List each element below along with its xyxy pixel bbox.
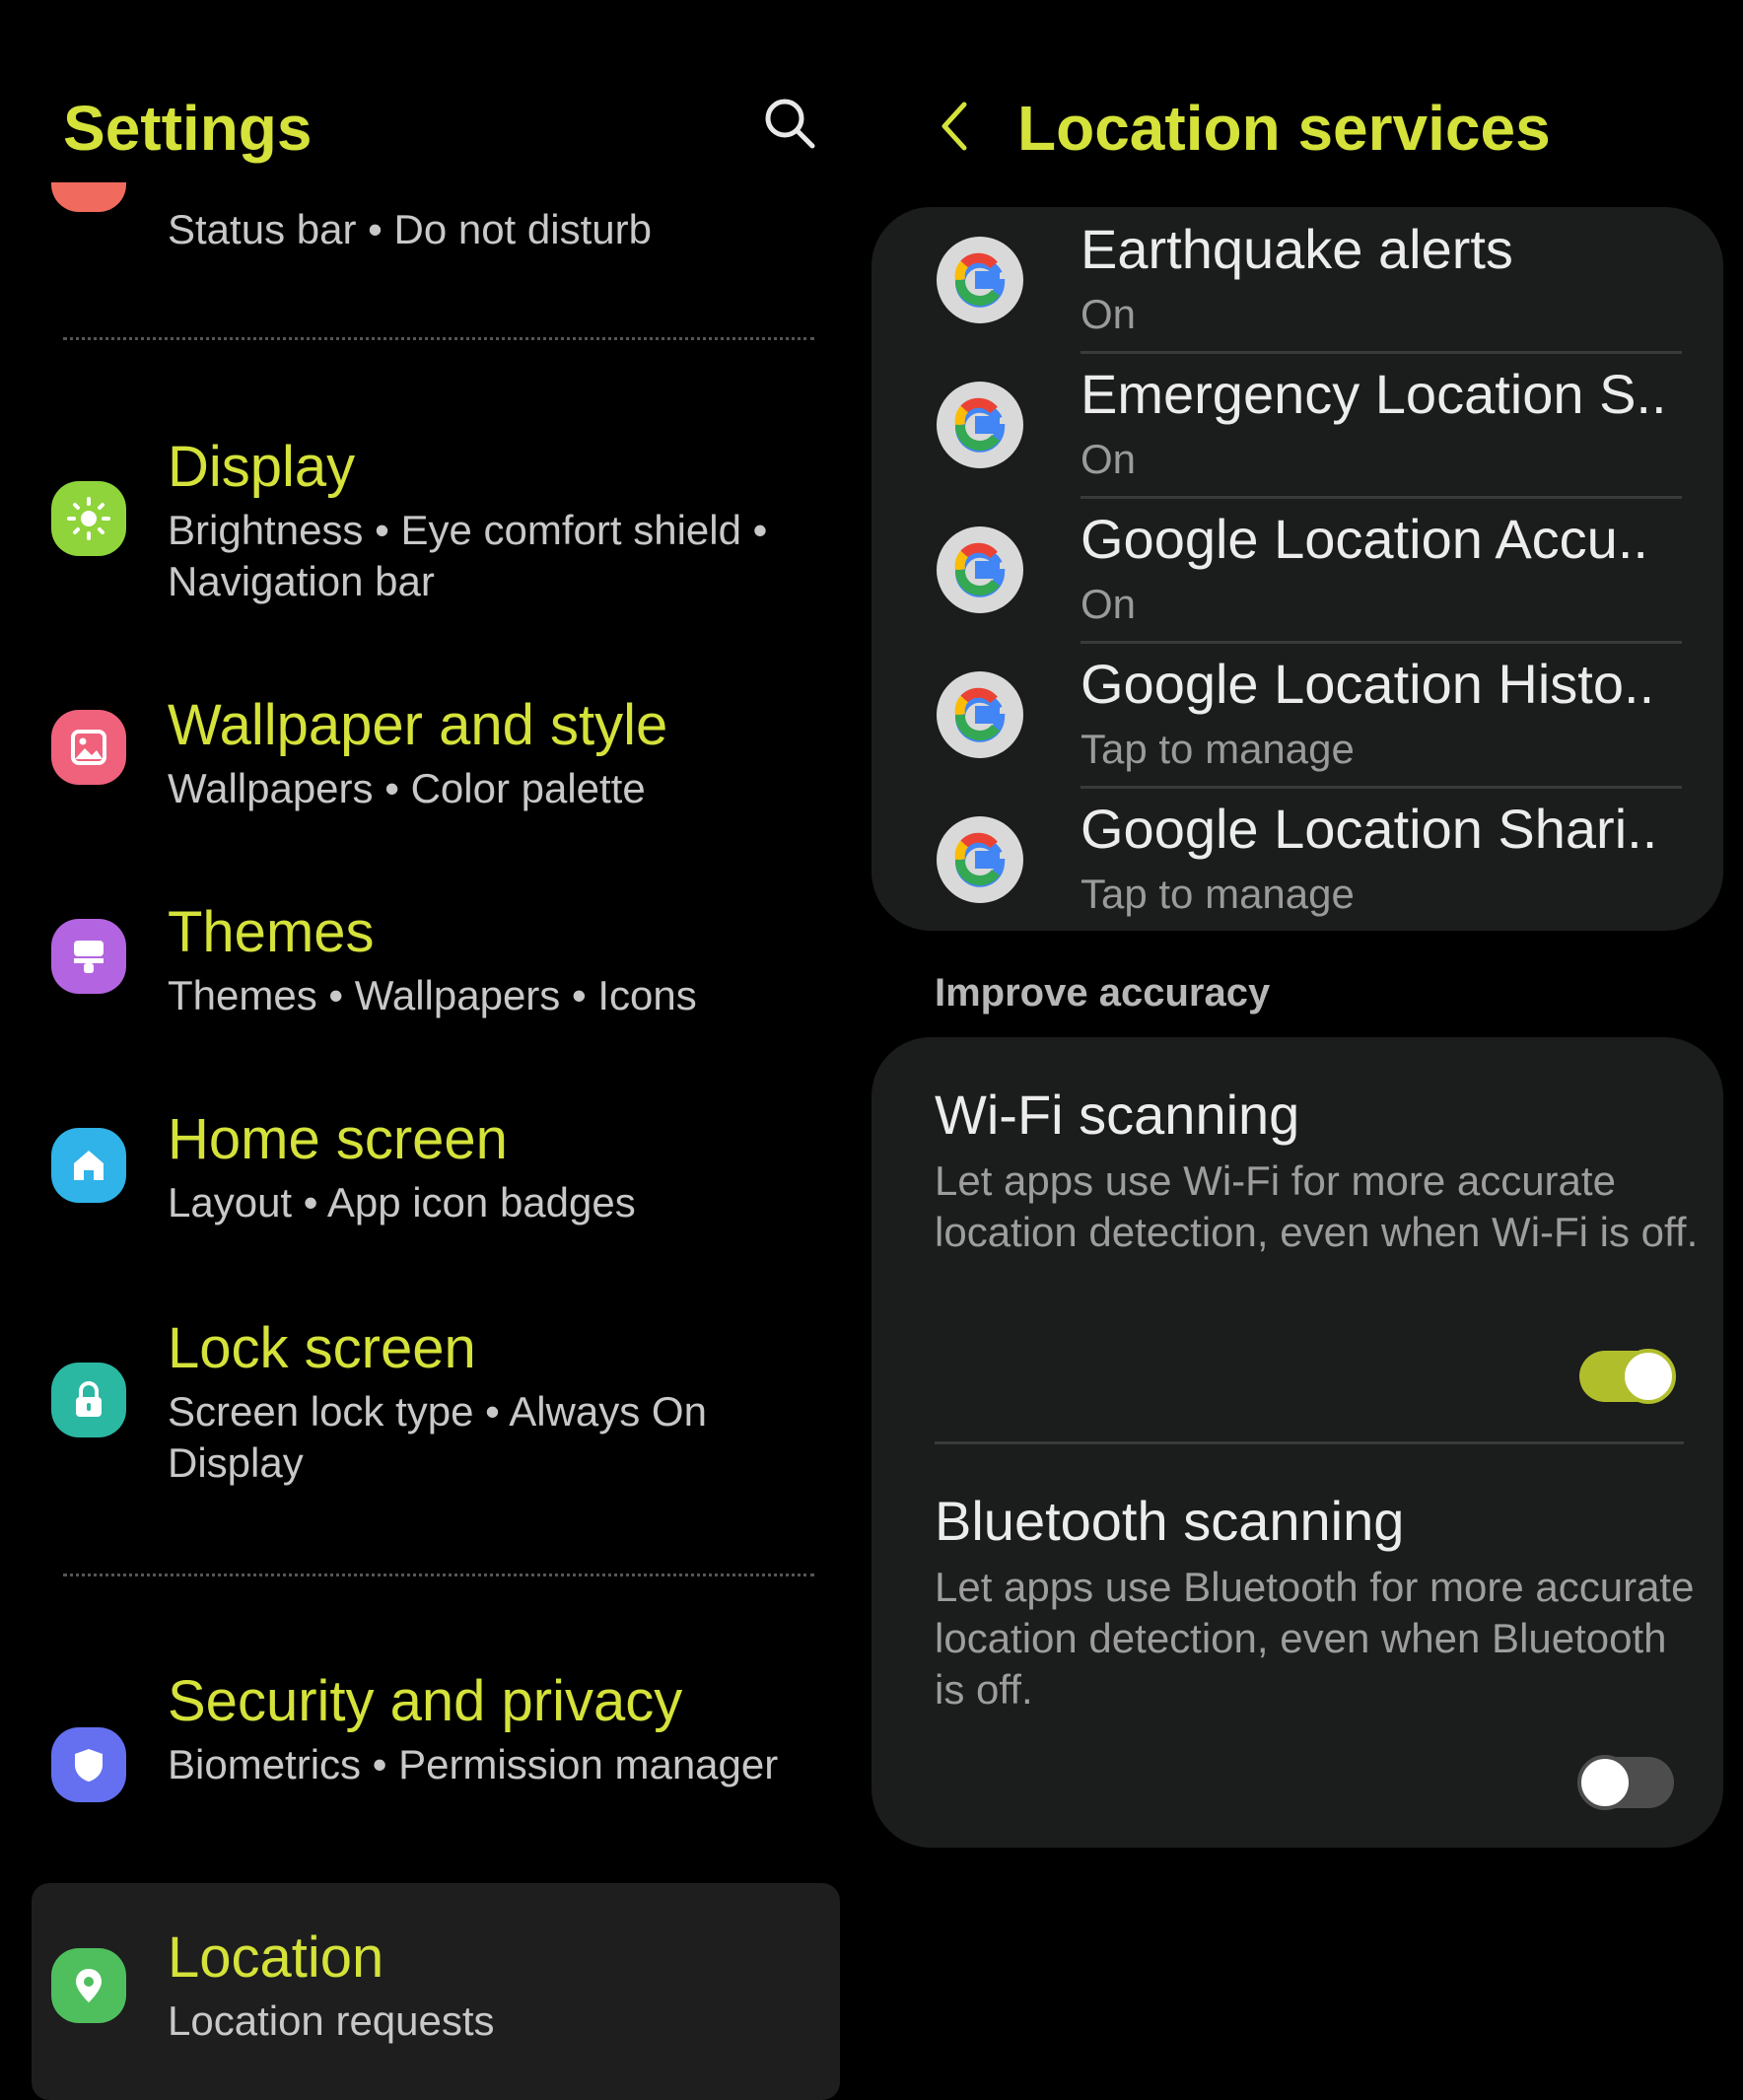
divider xyxy=(63,337,814,340)
location-apps-card: Earthquake alerts On Emergency Location … xyxy=(872,207,1723,931)
shield-icon xyxy=(51,1727,126,1802)
settings-item-sub: Location requests xyxy=(168,1997,495,2044)
divider xyxy=(935,1441,1684,1444)
search-icon[interactable] xyxy=(761,95,818,152)
back-arrow-icon[interactable] xyxy=(933,97,978,156)
settings-item-sub: Biometrics • Permission manager xyxy=(168,1741,779,1787)
divider xyxy=(63,1574,814,1576)
list-item-google-location-history[interactable]: Google Location Histo.. Tap to manage xyxy=(872,642,1723,789)
google-logo-icon xyxy=(937,382,1023,468)
scanning-card: Wi-Fi scanning Let apps use Wi-Fi for mo… xyxy=(872,1037,1723,1848)
toggle-knob xyxy=(1621,1349,1676,1404)
list-item-emergency-location[interactable]: Emergency Location S.. On xyxy=(872,352,1723,499)
list-item-title: Google Location Shari.. xyxy=(1081,798,1658,860)
sun-icon xyxy=(51,481,126,556)
settings-item-title: Display xyxy=(168,435,356,499)
list-item-status: Tap to manage xyxy=(1081,726,1355,772)
google-logo-icon xyxy=(937,237,1023,323)
settings-item-title: Security and privacy xyxy=(168,1669,683,1733)
settings-item-wallpaper[interactable]: Wallpaper and style Wallpapers • Color p… xyxy=(0,686,868,834)
settings-item-themes[interactable]: Themes Themes • Wallpapers • Icons xyxy=(0,893,868,1041)
settings-item-location[interactable]: Location Location requests xyxy=(0,1921,868,2078)
google-logo-icon xyxy=(937,526,1023,613)
wifi-scanning-toggle[interactable] xyxy=(1579,1349,1676,1404)
settings-item-title: Themes xyxy=(168,900,375,964)
settings-item-sub: Layout • App icon badges xyxy=(168,1179,636,1225)
list-item-google-location-sharing[interactable]: Google Location Shari.. Tap to manage xyxy=(872,787,1723,932)
list-item-earthquake-alerts[interactable]: Earthquake alerts On xyxy=(872,207,1723,354)
settings-item-sub: Wallpapers • Color palette xyxy=(168,765,646,811)
bluetooth-scanning-description: Let apps use Bluetooth for more accurate… xyxy=(935,1564,1695,1713)
settings-item-lock-screen[interactable]: Lock screen Screen lock type • Always On… xyxy=(0,1307,868,1505)
settings-item-sub: Brightness • Eye comfort shield • Naviga… xyxy=(168,507,768,604)
settings-item-title: Wallpaper and style xyxy=(168,693,668,757)
wifi-scanning-title: Wi-Fi scanning xyxy=(935,1084,1300,1146)
padlock-icon xyxy=(51,1363,126,1437)
settings-pane: Settings Status bar • Do not disturb Dis… xyxy=(0,0,868,2100)
location-services-pane: Location services Earthquake alerts On E… xyxy=(868,0,1743,2090)
section-header: Improve accuracy xyxy=(935,971,1271,1015)
settings-item-notifications[interactable]: Status bar • Do not disturb xyxy=(0,182,868,271)
settings-item-title: Home screen xyxy=(168,1107,508,1171)
list-item-status: On xyxy=(1081,581,1137,627)
settings-item-sub: Screen lock type • Always On Display xyxy=(168,1388,707,1486)
page-title: Location services xyxy=(1017,93,1551,164)
list-item-title: Emergency Location S.. xyxy=(1081,363,1667,425)
picture-icon xyxy=(51,710,126,785)
settings-item-display[interactable]: Display Brightness • Eye comfort shield … xyxy=(0,426,868,623)
settings-item-sub: Status bar • Do not disturb xyxy=(168,206,652,252)
bluetooth-scanning-title: Bluetooth scanning xyxy=(935,1490,1405,1552)
bluetooth-scanning-toggle[interactable] xyxy=(1577,1755,1674,1810)
location-pin-icon xyxy=(51,1948,126,2023)
settings-item-sub: Themes • Wallpapers • Icons xyxy=(168,972,697,1018)
list-item-status: Tap to manage xyxy=(1081,871,1355,917)
house-icon xyxy=(51,1128,126,1203)
settings-item-title: Lock screen xyxy=(168,1316,476,1380)
list-item-status: On xyxy=(1081,291,1137,337)
settings-item-title: Location xyxy=(168,1925,384,1990)
list-item-google-location-accuracy[interactable]: Google Location Accu.. On xyxy=(872,497,1723,644)
list-item-title: Earthquake alerts xyxy=(1081,218,1513,280)
toggle-knob xyxy=(1577,1755,1633,1810)
list-item-status: On xyxy=(1081,436,1137,482)
page-title: Settings xyxy=(63,93,313,164)
list-item-title: Google Location Histo.. xyxy=(1081,653,1655,715)
settings-item-home-screen[interactable]: Home screen Layout • App icon badges xyxy=(0,1100,868,1248)
settings-item-security[interactable]: Security and privacy Biometrics • Permis… xyxy=(0,1660,868,1857)
google-logo-icon xyxy=(937,671,1023,758)
notifications-icon xyxy=(51,182,126,220)
google-logo-icon xyxy=(937,816,1023,903)
list-item-title: Google Location Accu.. xyxy=(1081,508,1648,570)
wifi-scanning-description: Let apps use Wi-Fi for more accurate loc… xyxy=(935,1157,1699,1255)
brush-icon xyxy=(51,919,126,994)
